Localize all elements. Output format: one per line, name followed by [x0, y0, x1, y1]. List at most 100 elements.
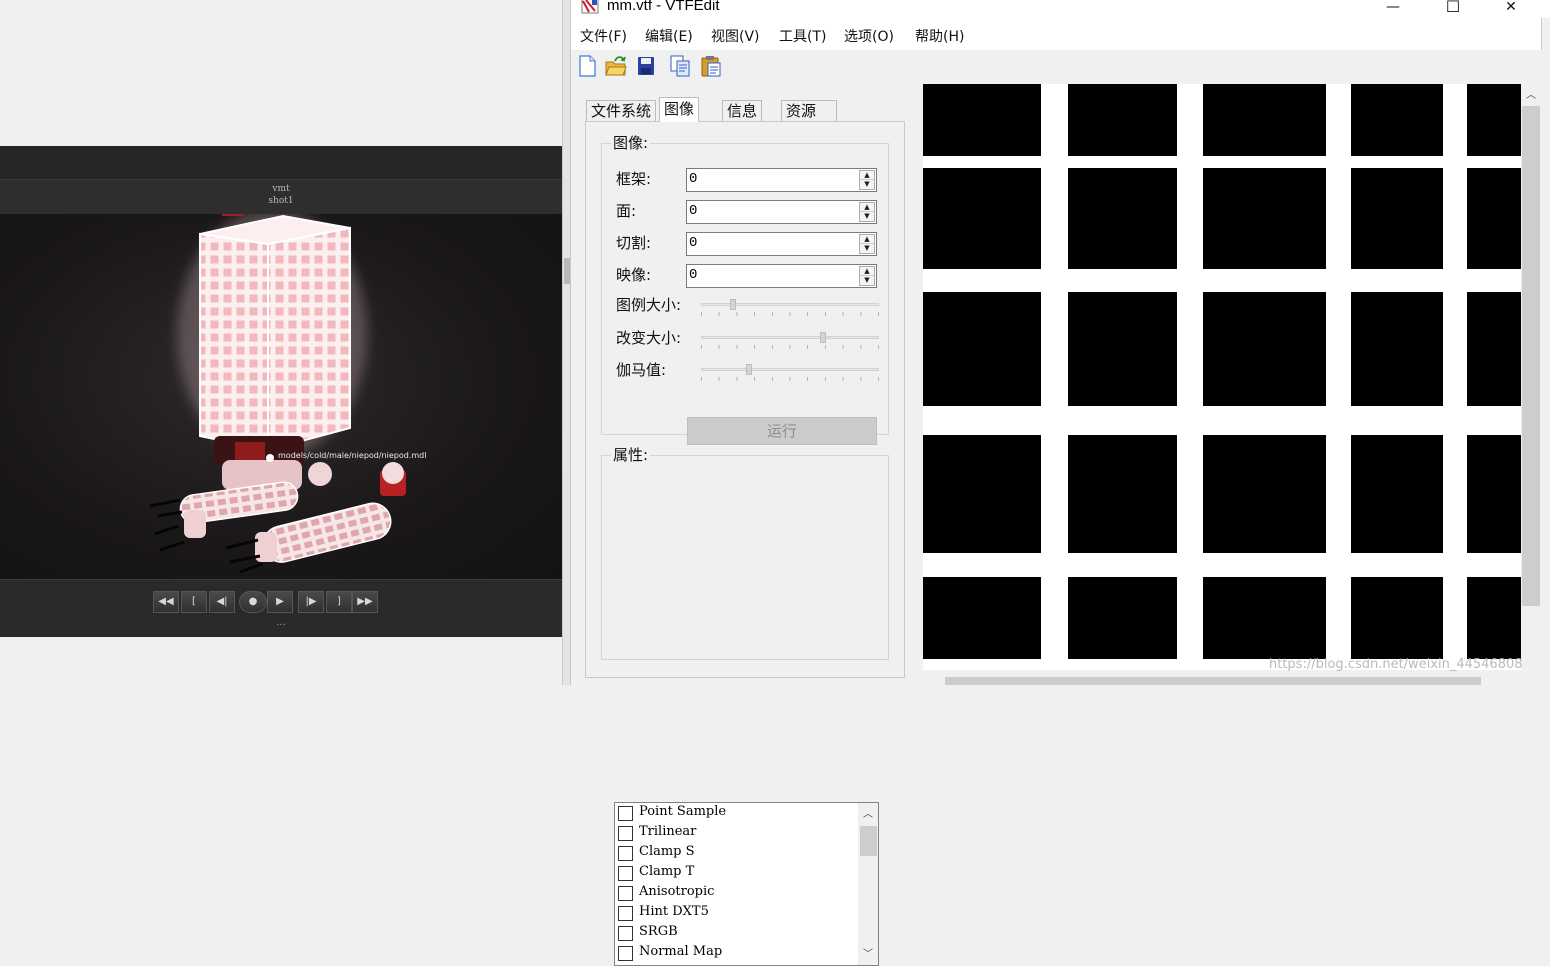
- resize-slider[interactable]: [701, 332, 881, 350]
- preview-hscroll-thumb[interactable]: [945, 677, 1481, 685]
- title-bar[interactable]: mm.vtf - VTFEdit — ☐ ✕: [571, 0, 1550, 18]
- flags-scrollbar[interactable]: ︿ ﹀: [858, 803, 878, 965]
- tab-image[interactable]: 图像: [659, 97, 700, 122]
- frame-spinbox[interactable]: 0 ▲ ▼: [686, 168, 877, 192]
- flag-checkbox[interactable]: [618, 906, 633, 921]
- preview-vscroll-thumb[interactable]: [1522, 106, 1540, 606]
- texture-cell: [1351, 435, 1443, 553]
- tab-file-system[interactable]: 文件系统: [586, 100, 657, 122]
- thumb-size-thumb[interactable]: [730, 299, 736, 310]
- texture-cell: [1351, 84, 1443, 156]
- viewport-3d[interactable]: models/cold/male/niepod/niepod.mdl: [0, 214, 562, 579]
- mark-out-button[interactable]: ]: [326, 591, 352, 613]
- texture-cell: [1203, 435, 1326, 553]
- gamma-thumb[interactable]: [746, 364, 752, 375]
- scroll-up-icon[interactable]: ︿: [1521, 87, 1541, 104]
- mipmap-value[interactable]: 0: [689, 267, 697, 283]
- texture-cell: [1068, 577, 1177, 659]
- robot-model-render: [149, 214, 406, 574]
- face-spinbox[interactable]: 0 ▲ ▼: [686, 200, 877, 224]
- frame-down-arrow-icon[interactable]: ▼: [860, 180, 874, 189]
- new-icon[interactable]: [577, 55, 597, 77]
- mark-in-button[interactable]: [: [181, 591, 207, 613]
- face-spin-buttons[interactable]: ▲ ▼: [859, 202, 875, 222]
- menu-view[interactable]: 视图(V): [711, 28, 760, 46]
- face-down-arrow-icon[interactable]: ▼: [860, 212, 874, 221]
- flag-checkbox[interactable]: [618, 866, 633, 881]
- slice-up-arrow-icon[interactable]: ▲: [860, 235, 874, 244]
- texture-preview[interactable]: [923, 84, 1521, 670]
- texture-cell: [1351, 168, 1443, 269]
- transport-bar: ◀◀ [ ◀| ● ▶ |▶ ] ▶▶ ...: [0, 579, 562, 637]
- maximize-button[interactable]: ☐: [1430, 0, 1476, 18]
- flag-checkbox[interactable]: [618, 946, 633, 961]
- texture-cell: [1068, 168, 1177, 269]
- flags-list[interactable]: Point Sample Trilinear Clamp S Clamp T A…: [614, 802, 879, 966]
- window-splitter[interactable]: [562, 0, 571, 685]
- flag-checkbox[interactable]: [618, 826, 633, 841]
- flag-checkbox[interactable]: [618, 926, 633, 941]
- play-button[interactable]: ▶: [267, 591, 293, 613]
- apply-button[interactable]: 运行: [687, 417, 877, 445]
- preview-horizontal-scrollbar[interactable]: [923, 676, 1521, 685]
- viewer-header-line2: shot1: [268, 196, 294, 206]
- slice-down-arrow-icon[interactable]: ▼: [860, 244, 874, 253]
- image-tab-panel: 图像: 框架: 0 ▲ ▼ 面: 0 ▲ ▼ 切割: 0 ▲ ▼ 映像: 0 ▲ ▼ 图…: [585, 121, 905, 966]
- chevron-up-icon[interactable]: ︿: [858, 806, 878, 823]
- save-icon[interactable]: [636, 55, 656, 77]
- menu-options[interactable]: 选项(O): [844, 28, 894, 46]
- copy-icon[interactable]: [669, 55, 691, 77]
- flag-label: Trilinear: [639, 824, 697, 839]
- face-up-arrow-icon[interactable]: ▲: [860, 203, 874, 212]
- texture-cell: [1467, 577, 1521, 659]
- thumb-size-slider[interactable]: [701, 299, 881, 317]
- flag-label: Normal Map: [639, 944, 723, 959]
- open-icon[interactable]: [605, 55, 627, 77]
- record-button[interactable]: ●: [239, 591, 267, 613]
- prev-frame-button[interactable]: ◀|: [209, 591, 235, 613]
- more-options-handle[interactable]: ...: [0, 618, 562, 628]
- thumb-size-ticks: [701, 312, 879, 316]
- slice-spin-buttons[interactable]: ▲ ▼: [859, 234, 875, 254]
- frame-up-arrow-icon[interactable]: ▲: [860, 171, 874, 180]
- tab-resources[interactable]: 资源: [781, 100, 838, 122]
- flag-checkbox[interactable]: [618, 806, 633, 821]
- splitter-grip[interactable]: [564, 258, 570, 284]
- preview-vertical-scrollbar[interactable]: ︿: [1521, 84, 1542, 676]
- slice-spinbox[interactable]: 0 ▲ ▼: [686, 232, 877, 256]
- gamma-track: [701, 368, 879, 371]
- flag-label: Anisotropic: [639, 884, 715, 899]
- menu-tools[interactable]: 工具(T): [779, 28, 826, 46]
- rewind-button[interactable]: ◀◀: [153, 591, 179, 613]
- texture-cell: [923, 84, 1041, 156]
- fast-forward-button[interactable]: ▶▶: [352, 591, 378, 613]
- next-frame-button[interactable]: |▶: [298, 591, 324, 613]
- model-path-label: models/cold/male/niepod/niepod.mdl: [278, 451, 427, 460]
- tab-info[interactable]: 信息: [722, 100, 763, 122]
- close-button[interactable]: ✕: [1488, 0, 1534, 18]
- mipmap-down-arrow-icon[interactable]: ▼: [860, 276, 874, 285]
- paste-icon[interactable]: [700, 55, 722, 77]
- flag-checkbox[interactable]: [618, 886, 633, 901]
- resize-thumb[interactable]: [820, 332, 826, 343]
- mipmap-spin-buttons[interactable]: ▲ ▼: [859, 266, 875, 286]
- menu-help[interactable]: 帮助(H): [915, 28, 964, 46]
- mipmap-spinbox[interactable]: 0 ▲ ▼: [686, 264, 877, 288]
- resize-ticks: [701, 345, 879, 349]
- face-label: 面:: [616, 202, 637, 220]
- minimize-button[interactable]: —: [1370, 0, 1416, 18]
- texture-cell: [923, 435, 1041, 553]
- flag-checkbox[interactable]: [618, 846, 633, 861]
- face-value[interactable]: 0: [689, 203, 697, 219]
- frame-value[interactable]: 0: [689, 171, 697, 187]
- frame-spin-buttons[interactable]: ▲ ▼: [859, 170, 875, 190]
- menu-edit[interactable]: 编辑(E): [645, 28, 693, 46]
- frame-label: 框架:: [616, 170, 652, 188]
- mipmap-up-arrow-icon[interactable]: ▲: [860, 267, 874, 276]
- flags-scrollbar-thumb[interactable]: [860, 826, 877, 856]
- menu-bar: 文件(F) 编辑(E) 视图(V) 工具(T) 选项(O) 帮助(H): [571, 18, 1542, 50]
- chevron-down-icon[interactable]: ﹀: [858, 946, 878, 963]
- slice-value[interactable]: 0: [689, 235, 697, 251]
- menu-file[interactable]: 文件(F): [580, 28, 627, 46]
- gamma-slider[interactable]: [701, 364, 881, 382]
